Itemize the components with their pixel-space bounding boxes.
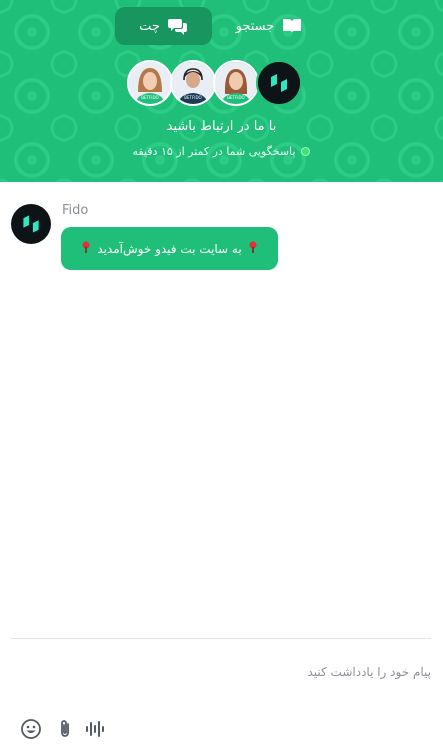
chat-bubbles-icon <box>167 17 188 35</box>
header-title: با ما در ارتباط باشید <box>166 119 277 134</box>
message-input[interactable] <box>11 650 431 694</box>
online-dot <box>301 147 311 156</box>
voice-icon[interactable] <box>84 718 108 742</box>
agent-avatar-3: BETFIDO <box>213 60 259 106</box>
agent-avatar-1: BETFIDO <box>127 60 173 106</box>
chat-widget: چت جستجو BETFIDO BETFIDO BETFIDO با ما د… <box>0 0 443 752</box>
tab-search-label: جستجو <box>235 18 275 34</box>
agent-avatars: BETFIDO BETFIDO BETFIDO <box>127 60 307 106</box>
tab-chat-label: چت <box>139 18 160 34</box>
pin-icon <box>81 241 91 256</box>
chat-header: چت جستجو BETFIDO BETFIDO BETFIDO با ما د… <box>0 0 443 182</box>
emoji-icon[interactable] <box>20 718 44 742</box>
agent-badge: BETFIDO <box>184 95 201 100</box>
tab-search[interactable]: جستجو <box>224 7 314 45</box>
status-text: پاسخگویی شما در کمتر از ۱۵ دقیقه <box>132 145 296 158</box>
agent-avatar-2: BETFIDO <box>170 60 216 106</box>
attachment-icon[interactable] <box>54 718 78 742</box>
status-line: پاسخگویی شما در کمتر از ۱۵ دقیقه <box>0 145 443 158</box>
message-text: به سایت بت فیدو خوش‌آمدید <box>97 241 242 256</box>
book-icon <box>282 18 302 34</box>
agent-badge: BETFIDO <box>141 95 158 100</box>
messages-area: Fido به سایت بت فیدو خوش‌آمدید <box>0 182 443 638</box>
agent-badge: BETFIDO <box>227 95 244 100</box>
sender-name: Fido <box>62 203 89 218</box>
composer-divider <box>11 638 431 639</box>
pin-icon <box>248 241 258 256</box>
header-tabs: چت جستجو <box>0 7 443 45</box>
fido-logo-avatar <box>256 60 302 106</box>
fido-logo-icon <box>11 204 51 244</box>
message-bubble: به سایت بت فیدو خوش‌آمدید <box>61 227 278 270</box>
tab-chat[interactable]: چت <box>115 7 212 45</box>
